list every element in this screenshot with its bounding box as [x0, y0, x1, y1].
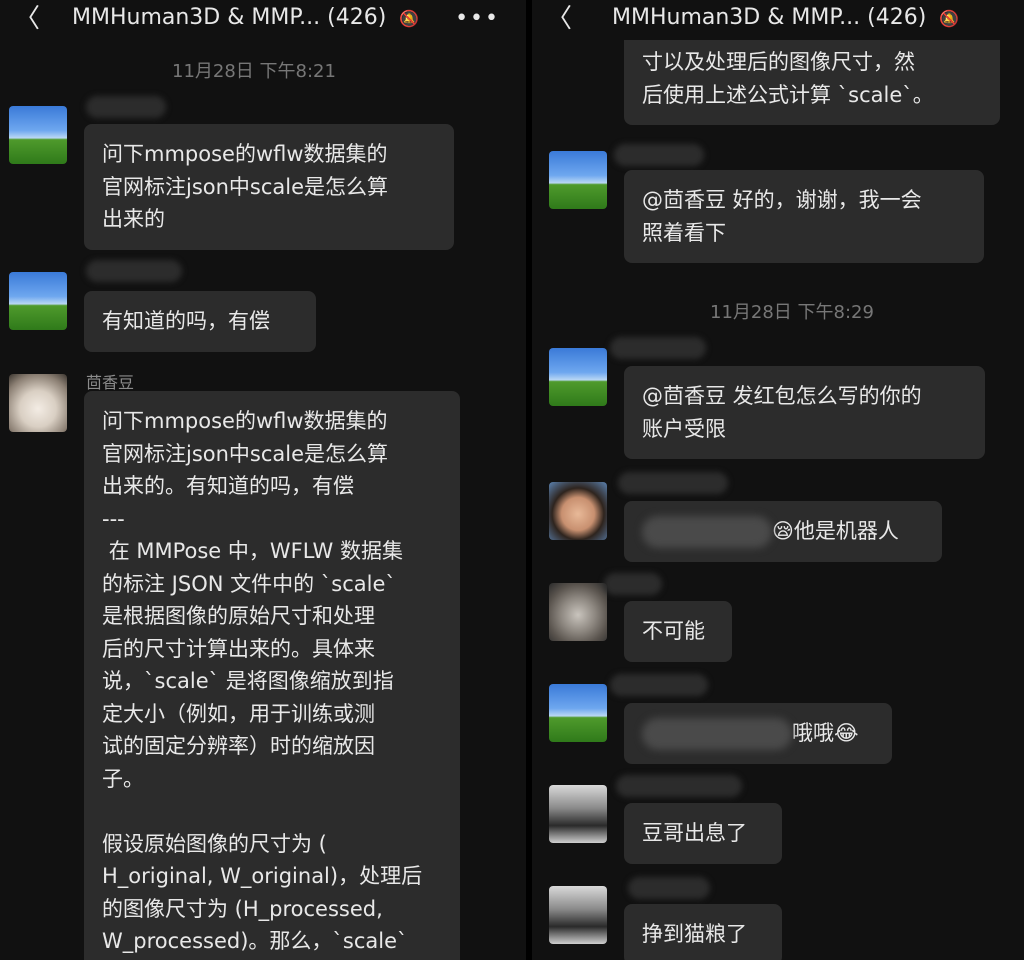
message-bubble[interactable]: 问下mmpose的wflw数据集的 官网标注json中scale是怎么算 出来的… — [84, 391, 460, 960]
bell-off-icon: 🔕 — [939, 9, 960, 28]
blurred-text — [642, 718, 792, 750]
message-bubble[interactable]: 有知道的吗，有偿 — [84, 291, 316, 352]
sender-name-blurred — [610, 337, 706, 359]
sender-name-blurred — [614, 144, 704, 166]
avatar[interactable] — [549, 348, 607, 406]
message-text: 😪他是机器人 — [772, 519, 899, 543]
chat-header: 〈 MMHuman3D & MMP... (426) 🔕 — [532, 0, 1024, 40]
blurred-text — [642, 516, 772, 548]
avatar[interactable] — [549, 482, 607, 540]
avatar[interactable] — [549, 886, 607, 944]
message-bubble[interactable]: @茴香豆 好的，谢谢，我一会 照着看下 — [624, 170, 984, 263]
timestamp: 11月28日 下午8:29 — [710, 302, 874, 323]
sender-name-blurred — [616, 775, 742, 797]
sender-name-blurred — [610, 674, 708, 696]
avatar[interactable] — [549, 785, 607, 843]
timestamp: 11月28日 下午8:21 — [172, 61, 336, 82]
chat-title-text: MMHuman3D & MMP... — [612, 5, 861, 30]
message-bubble[interactable]: 挣到猫粮了 — [624, 904, 782, 960]
chat-panel-left: 〈 MMHuman3D & MMP... (426) 🔕 ••• 11月28日 … — [0, 0, 526, 960]
member-count: (426) — [327, 5, 387, 30]
avatar[interactable] — [549, 583, 607, 641]
sender-name-blurred — [86, 96, 166, 118]
message-bubble[interactable]: 豆哥出息了 — [624, 803, 782, 864]
sender-name-blurred — [628, 877, 710, 899]
avatar[interactable] — [549, 151, 607, 209]
message-bubble[interactable]: 寸以及处理后的图像尺寸，然 后使用上述公式计算 `scale`。 — [624, 32, 1000, 125]
avatar[interactable] — [9, 106, 67, 164]
message-bubble[interactable]: 问下mmpose的wflw数据集的 官网标注json中scale是怎么算 出来的 — [84, 124, 454, 250]
message-bubble[interactable]: 😪他是机器人 — [624, 501, 942, 562]
message-bubble[interactable]: 哦哦😂 — [624, 703, 892, 764]
chat-title-text: MMHuman3D & MMP... — [72, 5, 321, 30]
message-bubble[interactable]: 不可能 — [624, 601, 732, 662]
avatar[interactable] — [549, 684, 607, 742]
avatar[interactable] — [9, 272, 67, 330]
sender-name-blurred — [618, 472, 728, 494]
chat-title[interactable]: MMHuman3D & MMP... (426) 🔕 — [72, 5, 419, 30]
chat-header: 〈 MMHuman3D & MMP... (426) 🔕 ••• — [0, 0, 526, 40]
sender-name-blurred — [604, 573, 662, 595]
back-icon[interactable]: 〈 — [546, 6, 572, 32]
avatar[interactable] — [9, 374, 67, 432]
bell-off-icon: 🔕 — [399, 9, 420, 28]
message-text: 哦哦😂 — [792, 721, 859, 745]
more-icon[interactable]: ••• — [455, 6, 500, 31]
chat-panel-right: 寸以及处理后的图像尺寸，然 后使用上述公式计算 `scale`。 〈 MMHum… — [532, 0, 1024, 960]
sender-name-blurred — [86, 260, 182, 282]
chat-title[interactable]: MMHuman3D & MMP... (426) 🔕 — [612, 5, 959, 30]
back-icon[interactable]: 〈 — [14, 6, 40, 32]
sender-name: 茴香豆 — [86, 373, 135, 392]
message-bubble[interactable]: @茴香豆 发红包怎么写的你的 账户受限 — [624, 366, 985, 459]
member-count: (426) — [867, 5, 927, 30]
